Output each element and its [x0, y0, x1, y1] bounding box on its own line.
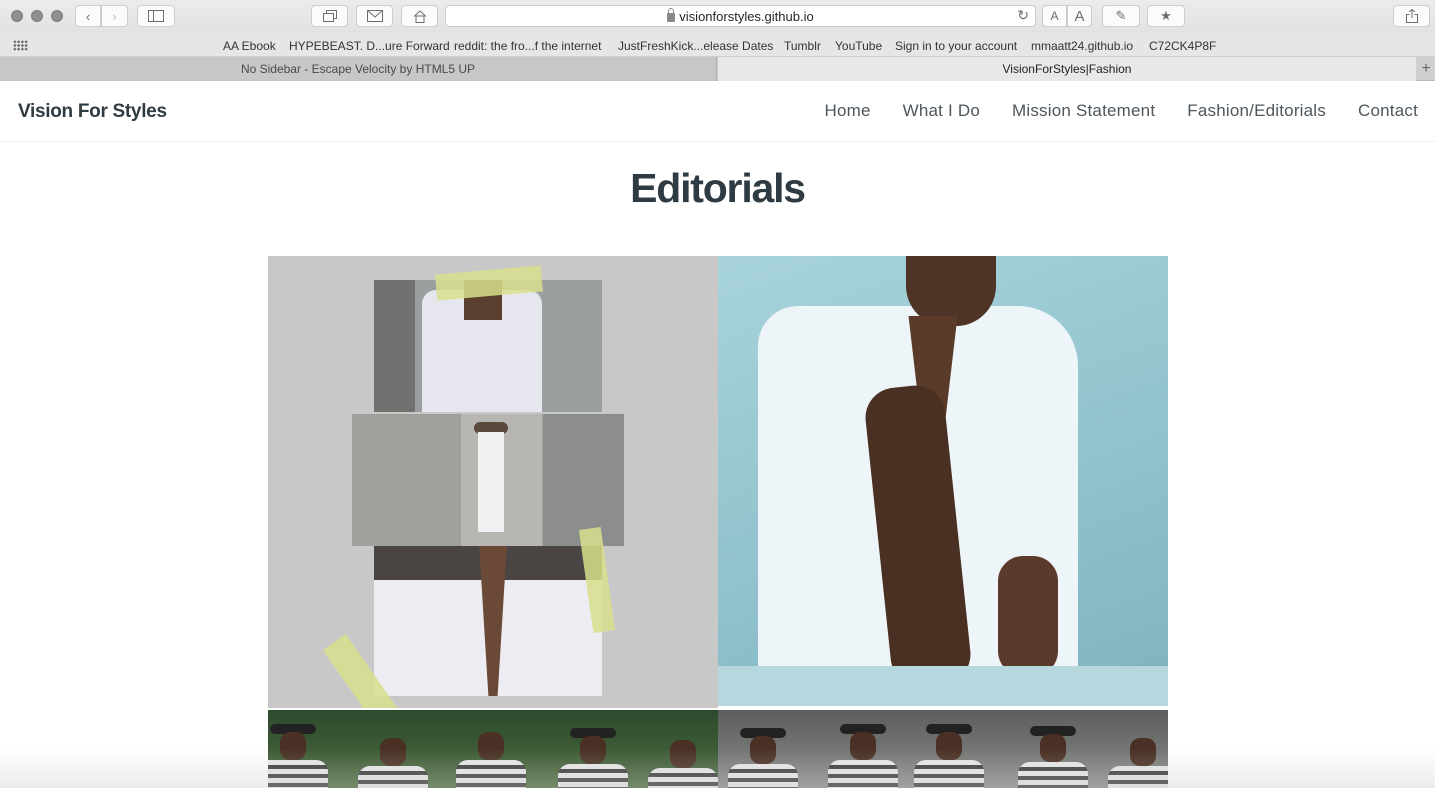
text-larger-label: A [1074, 7, 1085, 25]
bookmark-item[interactable]: AA Ebook [223, 39, 276, 53]
nav-what-i-do[interactable]: What I Do [903, 101, 980, 121]
share-button[interactable] [1393, 5, 1430, 27]
collage-photo[interactable] [268, 256, 718, 708]
home-icon [413, 9, 426, 23]
nav-home[interactable]: Home [824, 101, 870, 121]
editorial-gallery [268, 256, 1168, 788]
star-icon: ★ [1160, 8, 1172, 23]
nav-contact[interactable]: Contact [1358, 101, 1418, 121]
lock-icon [667, 7, 676, 22]
text-larger-button[interactable]: A [1067, 5, 1092, 27]
text-smaller-button[interactable]: A [1042, 5, 1067, 27]
tab-label: VisionForStyles|Fashion [1002, 62, 1132, 76]
bookmarks-bar: AA Ebook HYPEBEAST. D...ure Forward redd… [0, 33, 1435, 57]
group-color-photo[interactable] [268, 710, 718, 788]
chevron-left-icon: ‹ [85, 8, 91, 24]
group-gray-photo[interactable] [718, 710, 1168, 788]
text-smaller-label: A [1050, 9, 1059, 23]
zoom-window-icon[interactable] [51, 10, 63, 22]
seated-portrait-photo[interactable] [718, 256, 1168, 706]
close-window-icon[interactable] [11, 10, 23, 22]
mail-button[interactable] [356, 5, 393, 27]
minimize-window-icon[interactable] [31, 10, 43, 22]
share-icon [1405, 9, 1418, 23]
bookmark-item[interactable]: JustFreshKick...elease Dates [618, 39, 773, 53]
tab-bar: No Sidebar - Escape Velocity by HTML5 UP… [0, 57, 1435, 81]
bookmark-item[interactable]: mmaatt24.github.io [1031, 39, 1133, 53]
site-header: Vision For Styles Home What I Do Mission… [0, 82, 1435, 142]
nav-fashion-editorials[interactable]: Fashion/Editorials [1187, 101, 1326, 121]
main-nav: Home What I Do Mission Statement Fashion… [824, 101, 1418, 121]
bookmark-button[interactable]: ★ [1147, 5, 1185, 27]
new-tab-button[interactable]: + [1417, 57, 1435, 81]
sidebar-icon [148, 10, 164, 22]
bookmark-item[interactable]: HYPEBEAST. D...ure Forward [289, 39, 450, 53]
address-bar[interactable]: visionforstyles.github.io ↻ [445, 5, 1036, 27]
sidebar-toggle-button[interactable] [137, 5, 175, 27]
tab-escape-velocity[interactable]: No Sidebar - Escape Velocity by HTML5 UP [0, 57, 717, 81]
nav-mission-statement[interactable]: Mission Statement [1012, 101, 1155, 121]
pen-icon: ✎ [1115, 8, 1127, 23]
home-button[interactable] [401, 5, 438, 27]
bookmark-item[interactable]: Sign in to your account [895, 39, 1017, 53]
grid-icon[interactable] [13, 40, 28, 51]
bookmark-item[interactable]: YouTube [835, 39, 882, 53]
plus-icon: + [1421, 60, 1431, 77]
bookmark-item[interactable]: C72CK4P8F [1149, 39, 1216, 53]
page-title: Editorials [630, 165, 806, 211]
browser-toolbar: ‹ › visionforstyles.github.io ↻ A A ✎ ★ [0, 0, 1435, 33]
markup-button[interactable]: ✎ [1102, 5, 1140, 27]
back-button[interactable]: ‹ [75, 5, 101, 27]
bookmark-item[interactable]: Tumblr [784, 39, 821, 53]
tab-visionforstyles[interactable]: VisionForStyles|Fashion [718, 57, 1416, 81]
bookmark-item[interactable]: reddit: the fro...f the internet [454, 39, 601, 53]
site-logo[interactable]: Vision For Styles [18, 101, 167, 123]
reload-icon[interactable]: ↻ [1017, 7, 1029, 24]
envelope-icon [366, 10, 383, 22]
tabs-icon [322, 10, 337, 22]
chevron-right-icon: › [112, 8, 117, 24]
tab-overview-button[interactable] [311, 5, 348, 27]
url-text: visionforstyles.github.io [679, 8, 814, 24]
tab-label: No Sidebar - Escape Velocity by HTML5 UP [240, 62, 476, 76]
forward-button[interactable]: › [101, 5, 128, 27]
